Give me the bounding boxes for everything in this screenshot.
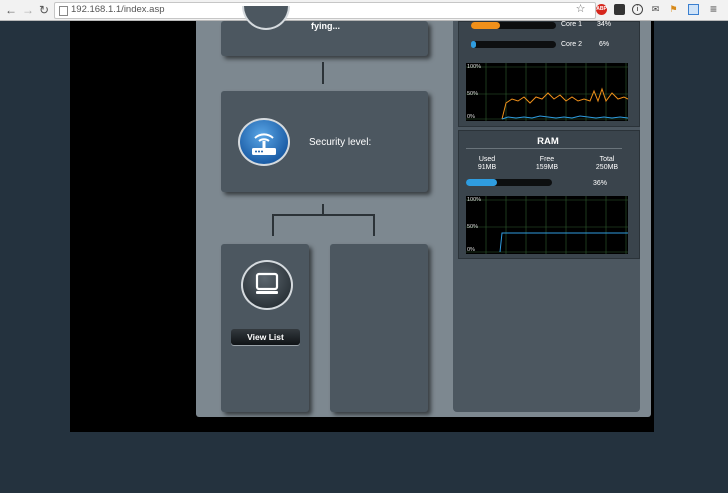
connector-line — [272, 214, 375, 216]
ram-total-label: Total — [599, 156, 615, 163]
address-bar[interactable]: 192.168.1.1/index.asp — [54, 2, 596, 19]
core2-label: Core 2 — [561, 41, 583, 48]
ram-graph-plot — [466, 196, 628, 254]
capture-icon[interactable] — [688, 4, 699, 15]
flag-icon[interactable]: ⚑ — [668, 4, 679, 15]
ram-usage-graph: 100% 50% 0% — [466, 196, 628, 254]
ram-divider — [466, 148, 622, 149]
core1-bar-fill — [471, 22, 500, 29]
view-list-button[interactable]: View List — [231, 329, 300, 345]
cpu-graph-tick: 50% — [467, 91, 479, 97]
ram-usage-bar-fill — [466, 179, 497, 186]
core1-bar — [471, 22, 556, 29]
monitor-icon — [255, 272, 279, 294]
cpu-graph-tick: 0% — [467, 114, 475, 120]
ram-free-label: Free — [539, 156, 555, 163]
core1-label: Core 1 — [561, 21, 583, 28]
back-icon[interactable]: ← — [5, 2, 17, 18]
wifi-router-icon — [252, 133, 276, 155]
ram-graph-tick: 0% — [467, 247, 475, 253]
ram-free-value: 159MB — [535, 164, 559, 171]
ram-percent: 36% — [593, 180, 608, 187]
cpu-usage-graph: 100% 50% 0% — [466, 63, 628, 121]
menu-icon[interactable]: ≡ — [708, 3, 719, 15]
info-icon[interactable]: i — [632, 4, 643, 15]
page-icon — [59, 6, 68, 16]
core2-percent: 6% — [599, 41, 610, 48]
reload-icon[interactable]: ↻ — [39, 2, 49, 18]
core2-bar-fill — [471, 41, 477, 48]
usb-devices-card[interactable] — [330, 244, 428, 412]
connector-line — [373, 214, 375, 236]
ram-used-label: Used — [478, 156, 496, 163]
browser-toolbar: ← → ↻ 192.168.1.1/index.asp ☆ ABP i ✉ ⚑ … — [0, 0, 728, 21]
connector-line — [322, 62, 324, 84]
ext-icon[interactable] — [614, 4, 625, 15]
core1-percent: 34% — [597, 21, 612, 28]
cpu-graph-plot — [466, 63, 628, 121]
star-icon[interactable]: ☆ — [575, 4, 586, 15]
mail-icon[interactable]: ✉ — [650, 4, 661, 15]
ram-total-value: 250MB — [595, 164, 619, 171]
cpu-graph-tick: 100% — [467, 64, 482, 70]
forward-icon[interactable]: → — [22, 2, 34, 18]
internet-status-text: fying... — [311, 21, 340, 31]
ram-used-value: 91MB — [477, 164, 497, 171]
abp-icon[interactable]: ABP — [596, 4, 607, 15]
connector-line — [272, 214, 274, 236]
ram-graph-tick: 100% — [467, 197, 482, 203]
clients-icon[interactable] — [241, 260, 293, 310]
url-text: 192.168.1.1/index.asp — [71, 4, 165, 15]
core2-bar — [471, 41, 556, 48]
ram-title: RAM — [537, 136, 559, 147]
ram-usage-bar — [466, 179, 552, 186]
ram-graph-tick: 50% — [467, 224, 479, 230]
security-level-label: Security level: — [309, 137, 372, 148]
router-icon[interactable] — [238, 118, 290, 166]
